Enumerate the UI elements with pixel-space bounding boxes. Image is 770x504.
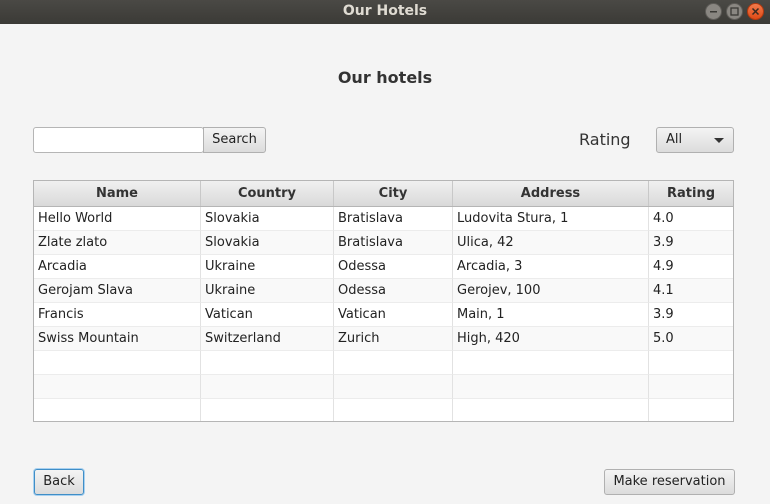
table-cell: Arcadia, 3 [453,255,649,279]
table-cell [201,351,334,375]
column-header-city[interactable]: City [334,181,453,206]
table-cell: Bratislava [334,231,453,255]
rating-filter-select[interactable]: All [656,127,734,153]
table-cell [201,375,334,399]
page-title: Our hotels [337,68,433,87]
table-cell: 5.0 [649,327,733,351]
minimize-icon[interactable] [705,3,722,20]
table-cell: Switzerland [201,327,334,351]
table-cell: Ukraine [201,255,334,279]
column-header-name[interactable]: Name [34,181,201,206]
table-row[interactable]: Francis Vatican Vatican Main, 1 3.9 [34,303,733,327]
table-row[interactable] [34,351,733,375]
table-cell: Zurich [334,327,453,351]
maximize-icon[interactable] [726,3,743,20]
table-cell: Bratislava [334,207,453,231]
rating-filter-value: All [666,132,683,147]
close-icon[interactable] [747,3,764,20]
table-cell [34,399,201,421]
table-cell: Gerojev, 100 [453,279,649,303]
rating-filter-label: Rating [579,130,631,149]
search-button[interactable]: Search [203,127,266,153]
chevron-down-icon [714,138,724,143]
table-cell: Ukraine [201,279,334,303]
table-cell: Main, 1 [453,303,649,327]
window-title: Our Hotels [342,3,428,19]
table-cell: Odessa [334,279,453,303]
back-button[interactable]: Back [34,469,84,495]
column-header-rating[interactable]: Rating [649,181,733,206]
column-header-country[interactable]: Country [201,181,334,206]
column-header-address[interactable]: Address [453,181,649,206]
table-cell: Zlate zlato [34,231,201,255]
table-header: Name Country City Address Rating [34,181,733,207]
table-row[interactable] [34,375,733,399]
table-cell: 4.1 [649,279,733,303]
table-row[interactable]: Swiss Mountain Switzerland Zurich High, 420… [34,327,733,351]
table-row[interactable]: Gerojam Slava Ukraine Odessa Gerojev, 100 4.… [34,279,733,303]
table-cell [649,375,733,399]
table-body: Hello World Slovakia Bratislava Ludovita St… [34,207,733,421]
table-cell: Ludovita Stura, 1 [453,207,649,231]
table-row[interactable]: Arcadia Ukraine Odessa Arcadia, 3 4.9 [34,255,733,279]
table-cell [453,375,649,399]
search-input[interactable] [33,127,204,153]
table-cell [453,351,649,375]
table-cell: High, 420 [453,327,649,351]
table-cell: 4.9 [649,255,733,279]
table-cell: Hello World [34,207,201,231]
make-reservation-button[interactable]: Make reservation [604,469,735,495]
table-cell [649,399,733,421]
table-cell [34,351,201,375]
table-cell: Swiss Mountain [34,327,201,351]
table-cell [334,375,453,399]
hotels-table[interactable]: Name Country City Address Rating Hello W… [33,180,734,422]
table-cell: Vatican [201,303,334,327]
window-controls [705,3,764,20]
table-cell [201,399,334,421]
table-cell: Ulica, 42 [453,231,649,255]
table-row[interactable]: Zlate zlato Slovakia Bratislava Ulica, 42 3.… [34,231,733,255]
table-cell: 4.0 [649,207,733,231]
table-cell: Slovakia [201,207,334,231]
table-cell: Slovakia [201,231,334,255]
table-cell: Gerojam Slava [34,279,201,303]
table-cell [649,351,733,375]
table-cell: 3.9 [649,231,733,255]
table-cell [334,351,453,375]
table-row[interactable]: Hello World Slovakia Bratislava Ludovita St… [34,207,733,231]
table-cell: 3.9 [649,303,733,327]
table-cell [334,399,453,421]
table-cell: Arcadia [34,255,201,279]
table-cell: Francis [34,303,201,327]
table-cell: Odessa [334,255,453,279]
table-cell [34,375,201,399]
window-titlebar: Our Hotels [0,0,770,24]
table-row[interactable] [34,399,733,421]
table-cell: Vatican [334,303,453,327]
table-cell [453,399,649,421]
